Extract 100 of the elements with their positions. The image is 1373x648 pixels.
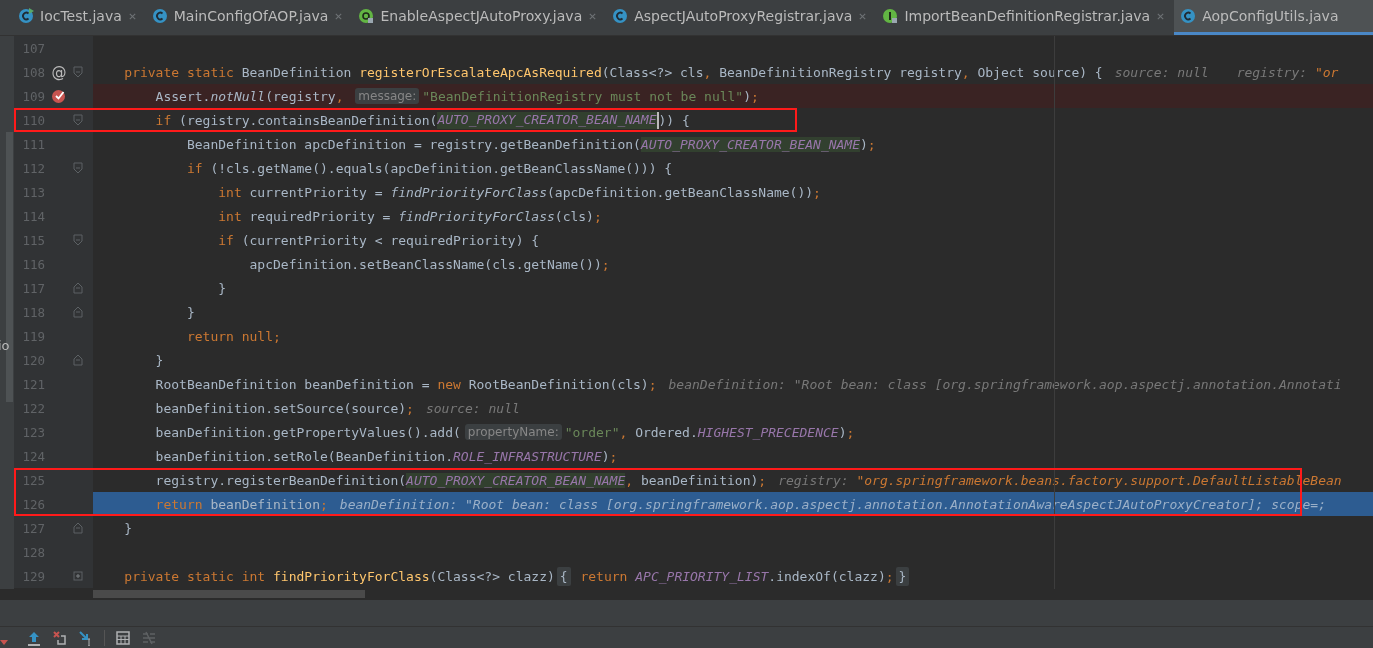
constant: APC_PRIORITY_LIST — [635, 568, 769, 584]
keyword: return null — [185, 328, 273, 344]
code-text: BeanDefinition apcDefinition = registry.getBeanDefinition( — [185, 136, 641, 152]
fold-icon[interactable] — [73, 306, 83, 318]
punctuation: ; — [885, 568, 894, 584]
code-text: (registry.containsBeanDefinition( — [179, 112, 438, 128]
code-text: beanDefinition.setRole(BeanDefinition. — [154, 448, 454, 464]
punctuation: ; — [273, 328, 281, 344]
fold-icon[interactable] — [73, 234, 83, 246]
constant: AUTO_PROXY_CREATOR_BEAN_NAME — [406, 472, 626, 488]
code-text: beanDefinition.setSource(source) — [154, 400, 407, 416]
editor-tab[interactable]: AspectJAutoProxyRegistrar.java — [606, 0, 877, 35]
string-literal: "order" — [564, 424, 620, 440]
code-text: currentPriority = — [249, 184, 384, 200]
inlay-hint: "or — [1314, 64, 1339, 80]
punctuation: , — [703, 64, 713, 80]
fold-icon[interactable] — [73, 282, 83, 294]
punctuation: ; — [867, 136, 876, 152]
close-icon[interactable] — [127, 11, 137, 21]
code-text: .indexOf(clazz) — [768, 568, 886, 584]
code-text: (Class<?> cls — [601, 64, 704, 80]
fold-icon[interactable] — [73, 114, 83, 126]
code-text: ) — [838, 424, 847, 440]
code-text: beanDefinition — [210, 496, 320, 512]
static-method: notNull — [210, 88, 266, 104]
code-text: } — [217, 280, 227, 296]
editor-tab[interactable]: MainConfigOfAOP.java — [145, 0, 353, 35]
editor-tab[interactable]: AopConfigUtils.java — [1174, 0, 1373, 35]
code-text: } — [185, 304, 195, 320]
code-text: BeanDefinitionRegistry registry — [719, 64, 962, 80]
parameter-hint: propertyName: — [464, 424, 562, 440]
code-text: (currentPriority < requiredPriority) { — [241, 232, 540, 248]
folded-brace: { — [556, 566, 571, 586]
trace-icon[interactable] — [141, 629, 157, 646]
editor-tab[interactable]: ImportBeanDefinitionRegistrar.java — [876, 0, 1175, 35]
punctuation: ; — [758, 472, 767, 488]
constant: ROLE_INFRASTRUCTURE — [453, 448, 602, 464]
constant: AUTO_PROXY_CREATOR_BEAN_NAME — [437, 111, 659, 129]
code-text: (registry — [265, 88, 336, 104]
inlay-hint: registry: — [1236, 64, 1309, 80]
keyword: int — [217, 208, 243, 224]
keyword: private static — [123, 64, 235, 80]
fold-icon[interactable] — [73, 354, 83, 366]
punctuation: ; — [648, 376, 657, 392]
code-text: BeanDefinition — [241, 64, 353, 80]
code-text: beanDefinition.getPropertyValues().add( — [154, 424, 461, 440]
string-literal: "BeanDefinitionRegistry must not be null" — [422, 88, 744, 104]
keyword: if — [154, 112, 173, 128]
fold-icon[interactable] — [73, 66, 83, 78]
fold-icon[interactable] — [73, 522, 83, 534]
parameter-hint: message: — [355, 88, 420, 104]
close-icon[interactable] — [858, 11, 868, 21]
static-method: findPriorityForClass — [398, 208, 555, 224]
static-method: findPriorityForClass — [390, 184, 547, 200]
punctuation: ; — [846, 424, 855, 440]
keyword: int — [217, 184, 243, 200]
punctuation: ; — [609, 448, 618, 464]
code-text: Ordered. — [635, 424, 698, 440]
punctuation: ; — [406, 400, 414, 416]
keyword: private static int — [123, 568, 267, 584]
code-text: (cls) — [554, 208, 594, 224]
punctuation: , — [619, 424, 629, 440]
calculator-icon[interactable] — [115, 629, 131, 646]
method-name: registerOrEscalateApcAsRequired — [359, 64, 602, 80]
override-marker[interactable]: @ — [51, 63, 67, 81]
keyword: if — [185, 160, 204, 176]
keyword: return — [579, 568, 629, 584]
punctuation: , — [961, 64, 971, 80]
keyword: return — [154, 496, 204, 512]
code-text: )) { — [658, 112, 690, 128]
code-text: } — [123, 520, 133, 536]
scrollbar[interactable] — [93, 590, 365, 598]
expand-icon[interactable] — [73, 570, 83, 582]
upload-icon[interactable] — [26, 629, 42, 646]
code-text: } — [154, 352, 164, 368]
inlay-hint: registry: — [778, 472, 850, 488]
close-icon[interactable] — [1156, 11, 1166, 21]
code-text: ) — [601, 448, 610, 464]
code-text: (!cls.getName().equals(apcDefinition.getBeanClassName())) { — [210, 160, 673, 176]
punctuation: ; — [601, 256, 610, 272]
code-text: RootBeanDefinition(cls) — [468, 376, 649, 392]
drop-frame-icon[interactable] — [52, 629, 68, 646]
inlay-hint: source: null — [1114, 64, 1209, 80]
punctuation: , — [335, 88, 345, 104]
fold-icon[interactable] — [73, 162, 83, 174]
punctuation: ; — [320, 496, 328, 512]
close-icon[interactable] — [588, 11, 598, 21]
breakpoint-icon[interactable] — [51, 88, 67, 104]
editor-tab[interactable]: EnableAspectJAutoProxy.java — [352, 0, 607, 35]
code-text: ) — [743, 88, 752, 104]
code-text: (Class<?> clazz) — [429, 568, 555, 584]
constant: AUTO_PROXY_CREATOR_BEAN_NAME — [640, 136, 861, 152]
code-text: beanDefinition) — [640, 472, 759, 488]
code-text: requiredPriority = — [249, 208, 392, 224]
constant: HIGHEST_PRECEDENCE — [697, 424, 839, 440]
editor-tab[interactable]: IocTest.java — [12, 0, 146, 35]
keyword: new — [437, 376, 462, 392]
keyword: if — [217, 232, 235, 248]
close-icon[interactable] — [334, 11, 344, 21]
code-text: RootBeanDefinition beanDefinition = — [154, 376, 431, 392]
